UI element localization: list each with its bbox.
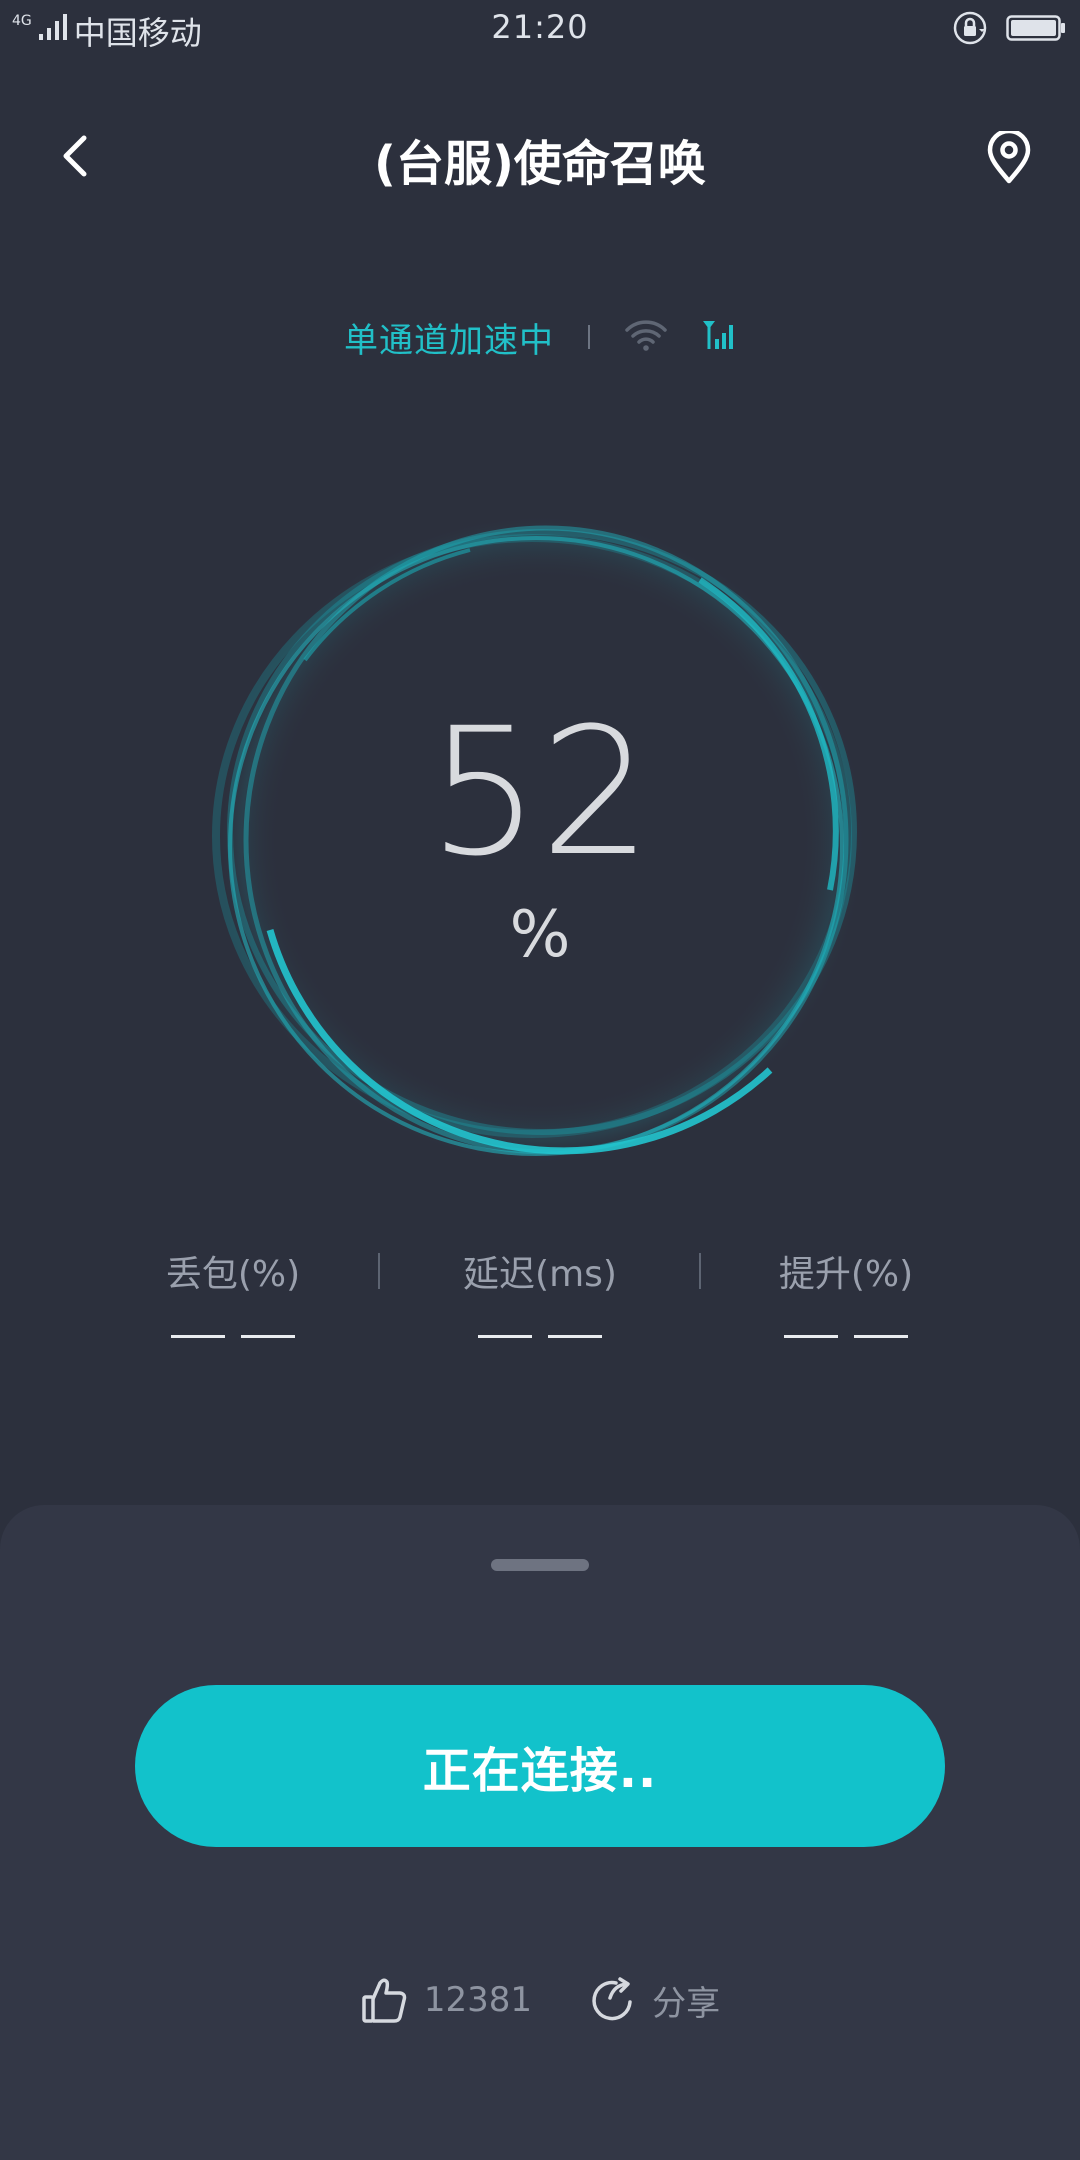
connect-button[interactable]: 正在连接.. [135, 1685, 945, 1847]
like-count: 12381 [423, 1980, 533, 2020]
stat-label: 丢包(%) [165, 1254, 301, 1295]
stat-latency: 延迟(ms) — — [400, 1245, 680, 1338]
stats-panel: 丢包(%) — — 延迟(ms) — — 提升(%) — — [0, 1245, 1080, 1395]
divider [588, 325, 590, 349]
divider [378, 1253, 380, 1289]
sheet-drag-handle[interactable] [491, 1559, 589, 1571]
stat-label: 延迟(ms) [463, 1254, 617, 1295]
status-time: 21:20 [491, 8, 589, 46]
location-pin-icon [987, 131, 1031, 184]
thumbs-up-icon [362, 1978, 407, 2023]
share-icon [592, 1977, 632, 2021]
progress-unit: % [509, 898, 571, 972]
wifi-icon [624, 318, 668, 356]
stat-value: — — [400, 1335, 680, 1338]
stat-packet-loss: 丢包(%) — — [93, 1245, 373, 1338]
stat-improvement: 提升(%) — — [706, 1245, 986, 1338]
stat-value: — — [706, 1335, 986, 1338]
share-button[interactable]: 分享 [590, 1976, 720, 2025]
status-right [952, 10, 1066, 54]
acceleration-status-text: 单通道加速中 [344, 320, 554, 361]
like-button[interactable]: 12381 [360, 1975, 532, 2025]
stat-value: — — [93, 1335, 373, 1338]
status-bar: 4G 中国移动 21:20 [0, 0, 1080, 56]
action-row: 12381 分享 [0, 1965, 1080, 2035]
rotation-lock-icon [952, 10, 988, 54]
header: (台服)使命召唤 [0, 110, 1080, 200]
page-title: (台服)使命召唤 [374, 136, 706, 192]
progress-value: 52 [428, 690, 652, 895]
acceleration-status: 单通道加速中 [0, 312, 1080, 362]
cellular-signal-icon [702, 319, 736, 355]
share-label: 分享 [652, 1983, 721, 2024]
divider [699, 1253, 701, 1289]
location-button[interactable] [982, 128, 1036, 188]
bottom-sheet: 正在连接.. 12381 分享 [0, 1505, 1080, 2160]
battery-icon [1006, 13, 1066, 51]
stat-label: 提升(%) [778, 1254, 914, 1295]
